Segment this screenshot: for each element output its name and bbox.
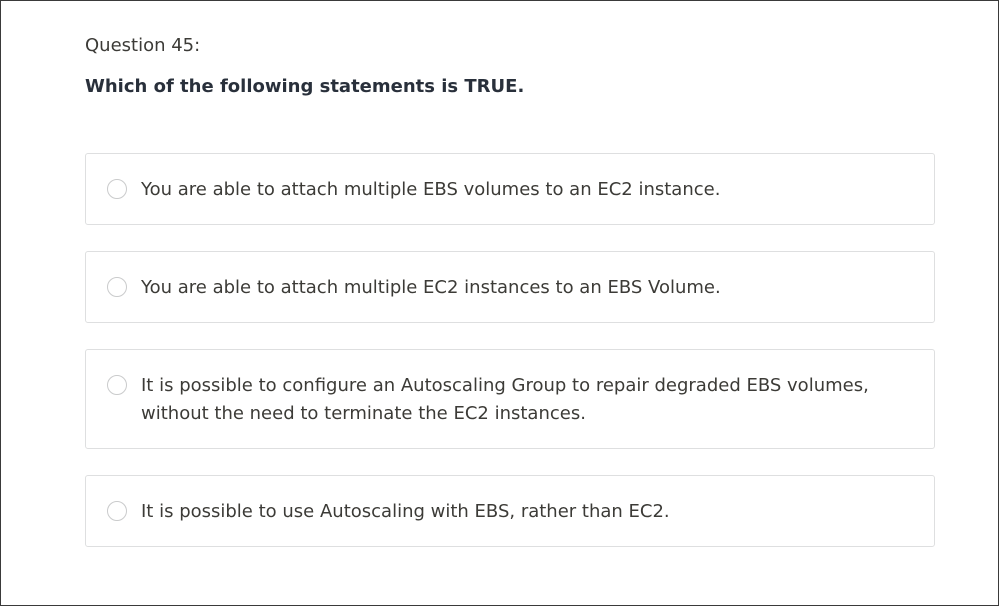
radio-button-icon[interactable] bbox=[107, 501, 127, 521]
answer-option-text: It is possible to use Autoscaling with E… bbox=[141, 501, 670, 522]
answer-options: You are able to attach multiple EBS volu… bbox=[85, 153, 935, 573]
quiz-panel: Question 45: Which of the following stat… bbox=[0, 0, 999, 606]
answer-option-text: You are able to attach multiple EC2 inst… bbox=[141, 277, 721, 298]
answer-option-1[interactable]: You are able to attach multiple EBS volu… bbox=[85, 153, 935, 225]
radio-button-icon[interactable] bbox=[107, 277, 127, 297]
answer-option-text: You are able to attach multiple EBS volu… bbox=[141, 179, 721, 200]
radio-button-icon[interactable] bbox=[107, 375, 127, 395]
answer-option-2[interactable]: You are able to attach multiple EC2 inst… bbox=[85, 251, 935, 323]
answer-option-text: It is possible to configure an Autoscali… bbox=[141, 375, 869, 424]
answer-option-4[interactable]: It is possible to use Autoscaling with E… bbox=[85, 475, 935, 547]
answer-option-3[interactable]: It is possible to configure an Autoscali… bbox=[85, 349, 935, 449]
radio-button-icon[interactable] bbox=[107, 179, 127, 199]
question-number: Question 45: bbox=[85, 35, 201, 56]
question-prompt: Which of the following statements is TRU… bbox=[85, 76, 525, 97]
